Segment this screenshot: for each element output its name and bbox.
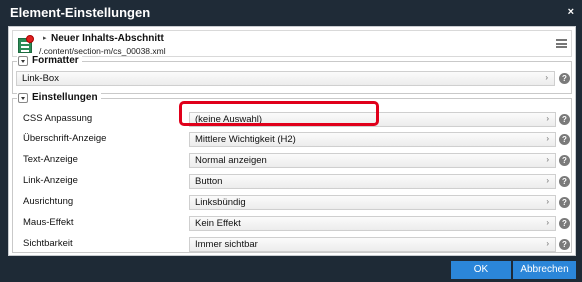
dialog-titlebar: Element-Einstellungen × [0, 0, 582, 26]
settings-legend[interactable]: Einstellungen [17, 92, 101, 103]
dialog-title: Element-Einstellungen [10, 5, 151, 20]
setting-select-visibility[interactable]: Immer sichtbar › [189, 237, 556, 252]
help-icon[interactable]: ? [559, 155, 570, 166]
element-name: Neuer Inhalts-Abschnitt [51, 33, 164, 44]
chevron-right-icon: › [546, 239, 549, 248]
collapse-toggle-icon[interactable] [18, 55, 28, 66]
formatter-legend-label: Formatter [32, 55, 79, 66]
help-icon[interactable]: ? [559, 218, 570, 229]
chevron-right-icon: › [546, 114, 549, 123]
chevron-right-icon: › [546, 197, 549, 206]
chevron-right-icon: › [546, 218, 549, 227]
setting-select-heading[interactable]: Mittlere Wichtigkeit (H2) › [189, 132, 556, 147]
setting-select-mouse[interactable]: Kein Effekt › [189, 216, 556, 231]
setting-value: Button [195, 176, 223, 187]
setting-select-alignment[interactable]: Linksbündig › [189, 195, 556, 210]
ok-button[interactable]: OK [451, 261, 511, 279]
setting-label: Maus-Effekt [23, 217, 74, 228]
dialog-body: ▸ Neuer Inhalts-Abschnitt /.content/sect… [8, 26, 576, 256]
highlight-annotation [179, 101, 379, 126]
setting-value: Mittlere Wichtigkeit (H2) [195, 134, 296, 145]
chevron-right-icon: › [546, 176, 549, 185]
setting-value: Immer sichtbar [195, 239, 258, 250]
help-icon[interactable]: ? [559, 239, 570, 250]
cancel-button[interactable]: Abbrechen [513, 261, 576, 279]
chevron-right-icon: › [546, 155, 549, 164]
chevron-right-icon: › [545, 73, 548, 82]
setting-select-text[interactable]: Normal anzeigen › [189, 153, 556, 168]
settings-legend-label: Einstellungen [32, 92, 98, 103]
help-icon[interactable]: ? [559, 73, 570, 84]
formatter-fieldset: Formatter Link-Box › ? [12, 55, 572, 94]
setting-label: Link-Anzeige [23, 175, 78, 186]
setting-value: Linksbündig [195, 197, 246, 208]
setting-label: Ausrichtung [23, 196, 74, 207]
formatter-legend[interactable]: Formatter [17, 55, 82, 66]
setting-label: CSS Anpassung [23, 113, 93, 124]
element-header: ▸ Neuer Inhalts-Abschnitt /.content/sect… [12, 30, 572, 57]
element-settings-dialog: Element-Einstellungen × ▸ Neuer Inhalts-… [0, 0, 582, 282]
help-icon[interactable]: ? [559, 176, 570, 187]
setting-value: Kein Effekt [195, 218, 241, 229]
close-icon[interactable]: × [568, 6, 574, 18]
hamburger-menu-icon[interactable] [556, 39, 567, 48]
formatter-select[interactable]: Link-Box › [16, 71, 555, 86]
chevron-right-icon: › [546, 134, 549, 143]
collapse-toggle-icon[interactable] [18, 92, 28, 103]
help-icon[interactable]: ? [559, 197, 570, 208]
formatter-value: Link-Box [22, 73, 59, 84]
setting-label: Sichtbarkeit [23, 238, 73, 249]
setting-label: Überschrift-Anzeige [23, 133, 107, 144]
setting-value: Normal anzeigen [195, 155, 267, 166]
setting-select-link[interactable]: Button › [189, 174, 556, 189]
setting-label: Text-Anzeige [23, 154, 78, 165]
content-section-icon [18, 35, 34, 53]
expand-arrow-icon[interactable]: ▸ [43, 34, 47, 42]
help-icon[interactable]: ? [559, 134, 570, 145]
help-icon[interactable]: ? [559, 114, 570, 125]
